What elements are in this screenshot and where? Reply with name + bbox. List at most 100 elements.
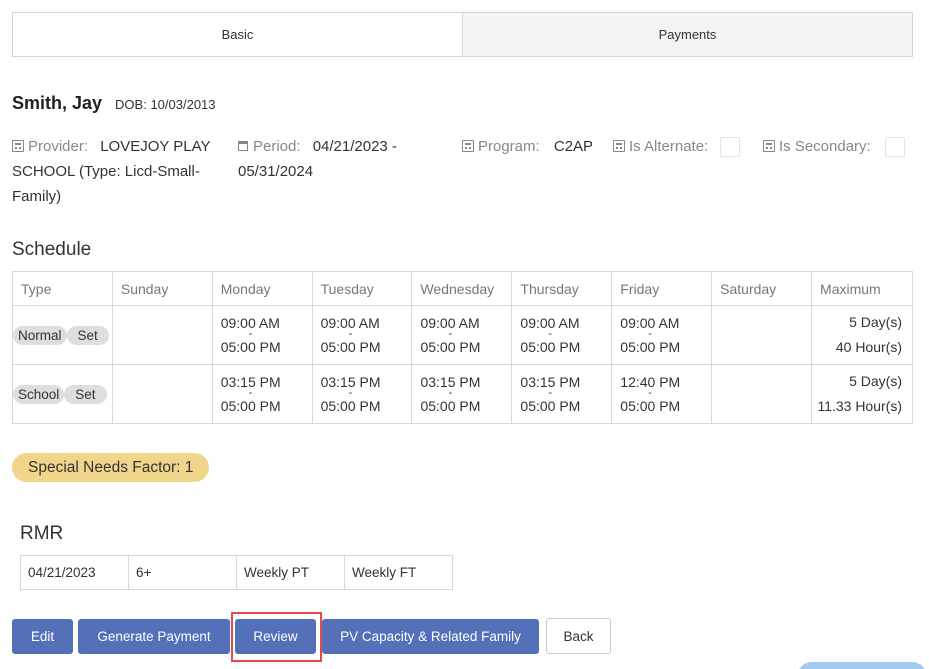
start-time: 03:15 PM [220, 374, 281, 390]
child-dob: DOB: 10/03/2013 [115, 97, 216, 112]
col-header-friday: Friday [611, 271, 713, 306]
schedule-type-pill: Normal [13, 325, 67, 345]
calendar-icon [238, 141, 248, 151]
end-time: 05:00 PM [220, 339, 281, 355]
max-hours: 11.33 Hour(s) [817, 398, 902, 414]
schedule-cell-sunday [111, 364, 213, 424]
col-header-thursday: Thursday [511, 271, 613, 306]
edit-button[interactable]: Edit [12, 619, 73, 654]
start-time: 03:15 PM [320, 374, 381, 390]
alternate-checkbox[interactable] [720, 137, 741, 158]
rmr-row: 04/21/2023 6+ Weekly PT Weekly FT [20, 555, 453, 590]
schedule-cell-saturday [711, 364, 813, 424]
secondary-field: Is Secondary: [763, 134, 905, 159]
schedule-cell-thursday: 03:15 PM -05:00 PM [511, 364, 613, 424]
secondary-label: Is Secondary: [779, 138, 871, 155]
floating-action-button[interactable] [797, 662, 927, 669]
schedule-header-row: Type Sunday Monday Tuesday Wednesday Thu… [12, 271, 913, 306]
rmr-weekly-pt-cell: Weekly PT [236, 555, 345, 590]
schedule-cell-tuesday: 09:00 AM -05:00 PM [311, 305, 413, 365]
program-field: Program: C2AP [462, 134, 593, 159]
end-time: 05:00 PM [620, 339, 681, 355]
max-days: 5 Day(s) [849, 373, 902, 389]
end-time: 05:00 PM [420, 398, 481, 414]
child-name: Smith, Jay [12, 93, 103, 113]
end-time: 05:00 PM [320, 339, 381, 355]
rmr-weekly-ft-cell: Weekly FT [344, 555, 453, 590]
start-time: 09:00 AM [220, 315, 280, 331]
schedule-cell-friday: 09:00 AM -05:00 PM [611, 305, 713, 365]
end-time: 05:00 PM [620, 398, 681, 414]
rmr-date-cell: 04/21/2023 [20, 555, 129, 590]
col-header-monday: Monday [211, 271, 313, 306]
col-header-tuesday: Tuesday [311, 271, 413, 306]
schedule-cell-maximum: 5 Day(s) 11.33 Hour(s) [811, 364, 913, 424]
program-label: Program: [478, 138, 540, 155]
provider-value-line1: LOVEJOY PLAY [100, 138, 211, 155]
schedule-type-pill: School [13, 384, 65, 404]
set-button[interactable]: Set [64, 384, 107, 404]
provider-field: Provider: LOVEJOY PLAY SCHOOL (Type: Lic… [12, 134, 227, 209]
start-time: 09:00 AM [320, 315, 380, 331]
col-header-maximum: Maximum [811, 271, 913, 306]
rmr-heading: RMR [20, 523, 64, 544]
schedule-cell-saturday [711, 305, 813, 365]
schedule-table: Type Sunday Monday Tuesday Wednesday Thu… [12, 271, 913, 424]
schedule-type-cell: School Set [12, 364, 113, 424]
calculator-icon [462, 140, 474, 152]
program-value: C2AP [553, 138, 594, 155]
start-time: 09:00 AM [520, 315, 580, 331]
period-value-line2: 05/31/2024 [238, 163, 314, 180]
max-days: 5 Day(s) [849, 314, 902, 330]
special-needs-badge: Special Needs Factor: 1 [12, 453, 210, 482]
end-time: 05:00 PM [520, 339, 581, 355]
secondary-checkbox[interactable] [884, 137, 905, 158]
child-header: Smith, Jay DOB: 10/03/2013 [12, 93, 216, 114]
max-hours: 40 Hour(s) [835, 339, 902, 355]
schedule-cell-monday: 03:15 PM -05:00 PM [211, 364, 313, 424]
schedule-cell-thursday: 09:00 AM -05:00 PM [511, 305, 613, 365]
schedule-cell-wednesday: 09:00 AM -05:00 PM [411, 305, 513, 365]
schedule-cell-wednesday: 03:15 PM -05:00 PM [411, 364, 513, 424]
schedule-cell-sunday [111, 305, 213, 365]
tab-basic[interactable]: Basic [13, 13, 462, 56]
end-time: 05:00 PM [220, 398, 281, 414]
schedule-cell-tuesday: 03:15 PM -05:00 PM [311, 364, 413, 424]
period-field: Period: 04/21/2023 - 05/31/2024 [238, 134, 438, 184]
schedule-type-cell: Normal Set [12, 305, 113, 365]
set-button[interactable]: Set [66, 325, 109, 345]
pv-capacity-button[interactable]: PV Capacity & Related Family [322, 619, 539, 654]
end-time: 05:00 PM [320, 398, 381, 414]
schedule-cell-monday: 09:00 AM -05:00 PM [211, 305, 313, 365]
tab-bar: Basic Payments [12, 12, 913, 57]
period-label: Period: [253, 138, 301, 155]
tab-payments[interactable]: Payments [462, 13, 912, 56]
provider-value-line3: Family) [12, 188, 62, 205]
col-header-wednesday: Wednesday [411, 271, 513, 306]
calculator-icon [613, 140, 625, 152]
start-time: 09:00 AM [620, 315, 680, 331]
period-value-line1: 04/21/2023 - [312, 138, 397, 155]
end-time: 05:00 PM [420, 339, 481, 355]
col-header-saturday: Saturday [711, 271, 813, 306]
alternate-label: Is Alternate: [629, 138, 709, 155]
start-time: 09:00 AM [420, 315, 480, 331]
start-time: 03:15 PM [420, 374, 481, 390]
end-time: 05:00 PM [520, 398, 581, 414]
generate-payment-button[interactable]: Generate Payment [78, 619, 230, 654]
schedule-cell-friday: 12:40 PM -05:00 PM [611, 364, 713, 424]
calculator-icon [12, 140, 24, 152]
provider-label: Provider: [28, 138, 89, 155]
rmr-age-cell: 6+ [128, 555, 237, 590]
start-time: 03:15 PM [520, 374, 581, 390]
provider-value-line2: SCHOOL (Type: Licd-Small- [12, 163, 200, 180]
schedule-row: School Set 03:15 PM -05:00 PM 03:15 PM -05:… [12, 364, 913, 424]
col-header-sunday: Sunday [111, 271, 213, 306]
review-highlight [231, 612, 322, 662]
calculator-icon [763, 140, 775, 152]
schedule-heading: Schedule [12, 239, 92, 260]
schedule-cell-maximum: 5 Day(s) 40 Hour(s) [811, 305, 913, 365]
col-header-type: Type [12, 271, 113, 306]
alternate-field: Is Alternate: [613, 134, 741, 159]
back-button[interactable]: Back [546, 618, 611, 654]
